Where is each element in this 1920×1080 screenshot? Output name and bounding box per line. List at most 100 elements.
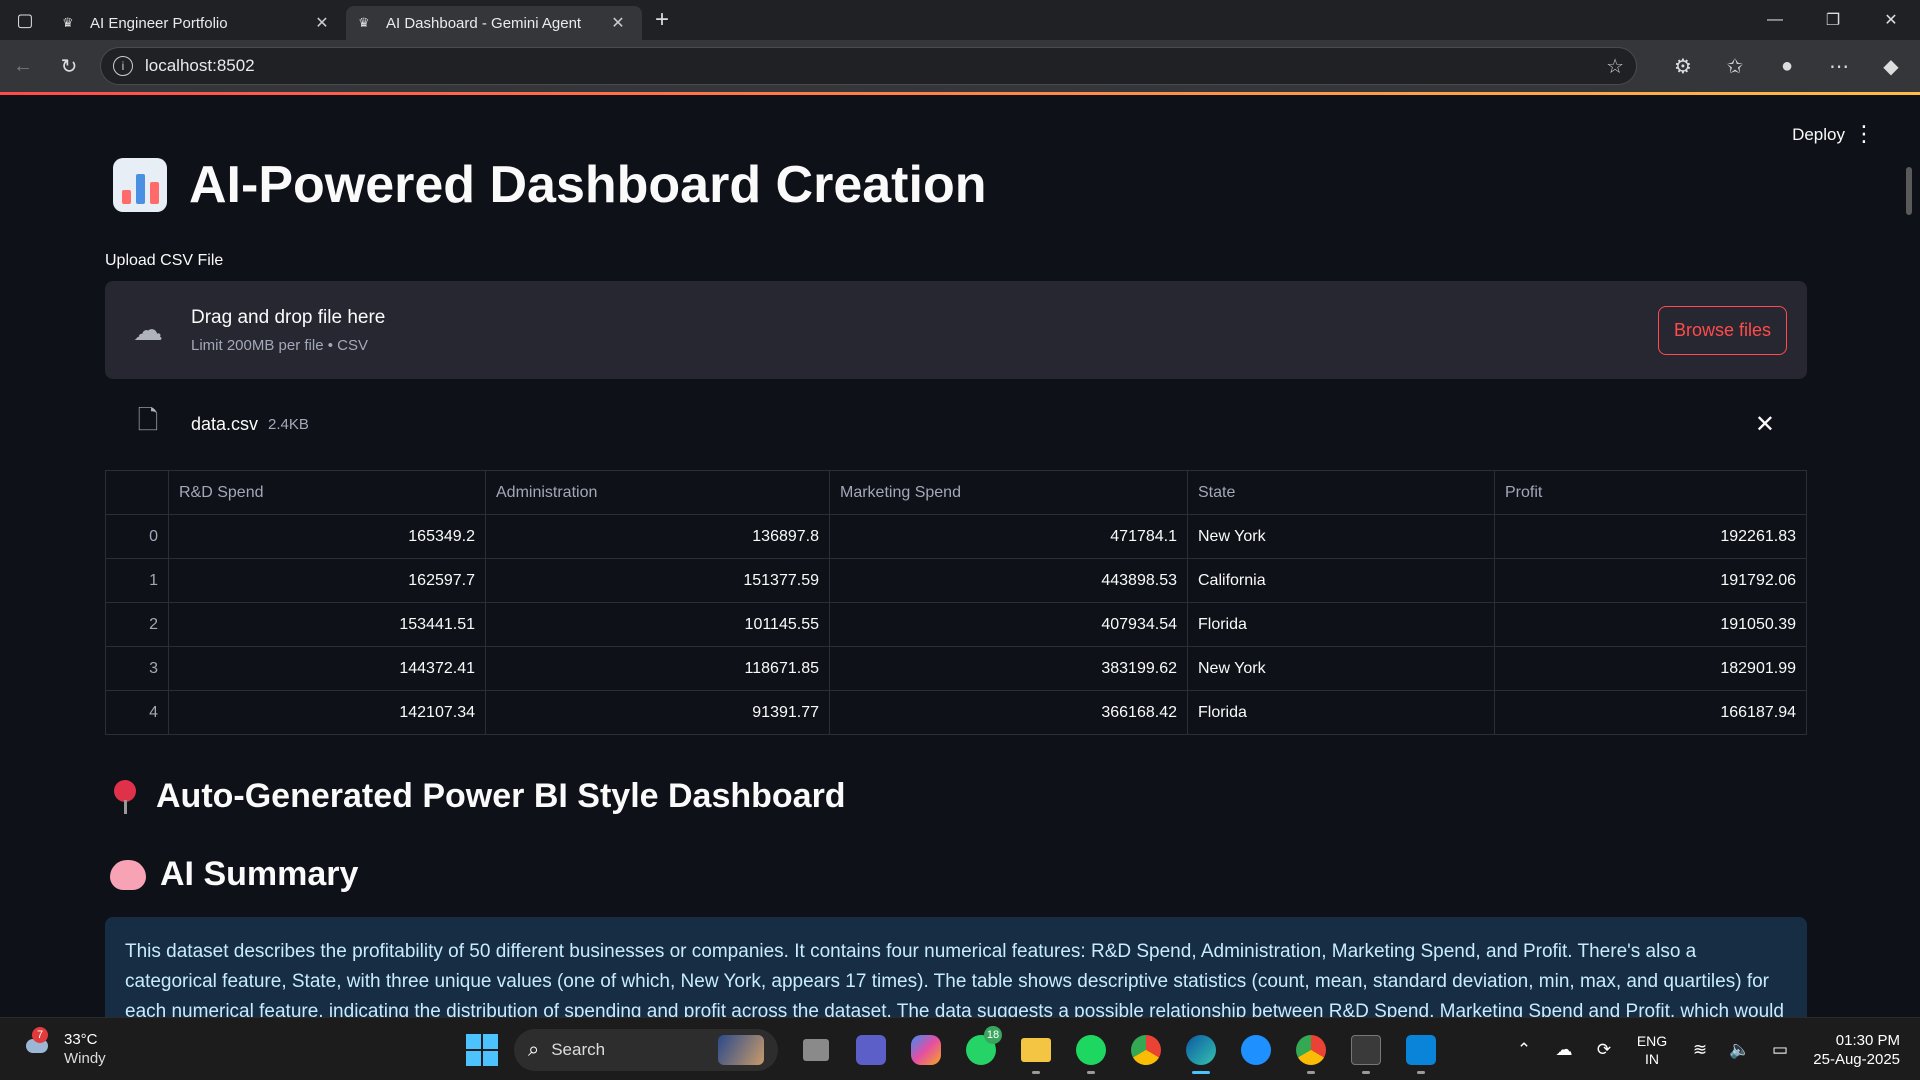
restore-icon[interactable]: ❐ <box>1804 0 1862 40</box>
column-header[interactable] <box>105 470 169 515</box>
close-tab-icon[interactable]: ✕ <box>310 13 334 33</box>
whatsapp-icon[interactable]: 18 <box>953 1026 1008 1072</box>
column-header[interactable]: State <box>1187 470 1495 515</box>
table-cell[interactable]: 191792.06 <box>1494 558 1807 603</box>
close-window-icon[interactable]: ✕ <box>1862 0 1920 40</box>
table-cell[interactable]: 443898.53 <box>829 558 1188 603</box>
wifi-icon[interactable]: ≋ <box>1680 1040 1720 1060</box>
language-region: IN <box>1645 1051 1659 1067</box>
chevron-up-icon[interactable]: ⌃ <box>1504 1040 1544 1060</box>
table-cell[interactable]: 4 <box>105 690 169 735</box>
table-cell[interactable]: New York <box>1187 646 1495 691</box>
table-cell[interactable]: 151377.59 <box>485 558 830 603</box>
dropzone-instructions: Drag and drop file here Limit 200MB per … <box>191 307 1658 354</box>
favorites-icon[interactable]: ✩ <box>1709 54 1761 79</box>
tab-ai-engineer-portfolio[interactable]: ♛ AI Engineer Portfolio ✕ <box>50 6 346 40</box>
table-cell[interactable]: 142107.34 <box>168 690 486 735</box>
scrollbar-thumb[interactable] <box>1906 167 1912 215</box>
table-row: 0 165349.2 136897.8 471784.1 New York 19… <box>105 514 1807 559</box>
system-tray: ⌃ ☁ ⟳ ENG IN ≋ 🔈 ▭ 01:30 PM 25-Aug-2025 <box>1504 1028 1900 1072</box>
table-cell[interactable]: 91391.77 <box>485 690 830 735</box>
table-cell[interactable]: Florida <box>1187 690 1495 735</box>
help-app-icon[interactable] <box>1228 1028 1283 1072</box>
table-cell[interactable]: 144372.41 <box>168 646 486 691</box>
chrome-icon[interactable] <box>1118 1028 1173 1072</box>
sync-icon[interactable]: ⟳ <box>1584 1040 1624 1060</box>
table-cell[interactable]: 383199.62 <box>829 646 1188 691</box>
table-cell[interactable]: 162597.7 <box>168 558 486 603</box>
extensions-icon[interactable]: ⚙ <box>1657 54 1709 79</box>
taskbar-search[interactable]: ⌕ Search <box>514 1029 778 1071</box>
spotify-icon[interactable] <box>1063 1028 1118 1074</box>
onedrive-icon[interactable]: ☁ <box>1544 1040 1584 1060</box>
table-cell[interactable]: Florida <box>1187 602 1495 647</box>
tab-ai-dashboard[interactable]: ♛ AI Dashboard - Gemini Agent ✕ <box>346 6 642 40</box>
file-explorer-icon[interactable] <box>1008 1028 1063 1074</box>
weather-widget[interactable]: 7 33°C Windy <box>22 1027 106 1068</box>
table-header-row: R&D Spend Administration Marketing Spend… <box>105 470 1807 515</box>
copilot-icon[interactable]: ◆ <box>1865 54 1917 79</box>
table-cell[interactable]: California <box>1187 558 1495 603</box>
chrome-profile-icon[interactable] <box>1283 1028 1338 1074</box>
task-view-icon[interactable] <box>788 1028 843 1072</box>
table-cell[interactable]: 1 <box>105 558 169 603</box>
edge-icon[interactable] <box>1173 1028 1228 1074</box>
battery-icon[interactable]: ▭ <box>1760 1040 1800 1060</box>
remove-file-icon[interactable]: ✕ <box>1755 410 1775 439</box>
url-field[interactable]: i localhost:8502 ☆ <box>100 47 1637 85</box>
table-cell[interactable]: 165349.2 <box>168 514 486 559</box>
new-tab-icon[interactable]: + <box>642 0 682 40</box>
main-menu-icon[interactable]: ⋮ <box>1853 121 1875 147</box>
data-preview-table[interactable]: R&D Spend Administration Marketing Spend… <box>105 470 1807 735</box>
minimize-icon[interactable]: — <box>1746 0 1804 40</box>
table-cell[interactable]: 101145.55 <box>485 602 830 647</box>
language-code: ENG <box>1636 1033 1668 1049</box>
table-cell[interactable]: 118671.85 <box>485 646 830 691</box>
table-cell[interactable]: 191050.39 <box>1494 602 1807 647</box>
language-indicator[interactable]: ENG IN <box>1624 1032 1680 1068</box>
favorite-star-icon[interactable]: ☆ <box>1606 54 1624 79</box>
summary-heading-text: AI Summary <box>160 855 359 893</box>
file-dropzone[interactable]: ☁ Drag and drop file here Limit 200MB pe… <box>105 281 1807 379</box>
browse-files-button[interactable]: Browse files <box>1657 305 1787 355</box>
table-cell[interactable]: 166187.94 <box>1494 690 1807 735</box>
column-header[interactable]: Administration <box>485 470 830 515</box>
column-header[interactable]: Marketing Spend <box>829 470 1188 515</box>
search-icon: ⌕ <box>528 1038 540 1061</box>
back-icon[interactable]: ← <box>0 46 46 86</box>
table-cell[interactable]: 471784.1 <box>829 514 1188 559</box>
table-cell[interactable]: 0 <box>105 514 169 559</box>
volume-icon[interactable]: 🔈 <box>1720 1040 1760 1060</box>
file-size: 2.4KB <box>268 415 309 433</box>
vscode-icon[interactable] <box>1393 1028 1448 1074</box>
tab-actions-icon[interactable]: ▢ <box>0 0 50 40</box>
teams-icon[interactable] <box>843 1028 898 1072</box>
table-row: 3 144372.41 118671.85 383199.62 New York… <box>105 646 1807 691</box>
streamlit-favicon-icon: ♛ <box>358 15 370 30</box>
table-cell[interactable]: 366168.42 <box>829 690 1188 735</box>
table-cell[interactable]: 407934.54 <box>829 602 1188 647</box>
profile-avatar-icon[interactable]: ● <box>1761 55 1813 78</box>
copilot-app-icon[interactable] <box>898 1028 953 1072</box>
site-info-icon[interactable]: i <box>113 56 133 76</box>
terminal-icon[interactable] <box>1338 1028 1393 1074</box>
table-cell[interactable]: 136897.8 <box>485 514 830 559</box>
clock[interactable]: 01:30 PM 25-Aug-2025 <box>1800 1031 1900 1069</box>
reload-icon[interactable]: ↻ <box>46 46 92 86</box>
close-tab-icon[interactable]: ✕ <box>606 13 630 33</box>
table-cell[interactable]: 2 <box>105 602 169 647</box>
column-header[interactable]: R&D Spend <box>168 470 486 515</box>
column-header[interactable]: Profit <box>1494 470 1807 515</box>
table-cell[interactable]: 192261.83 <box>1494 514 1807 559</box>
table-cell[interactable]: 3 <box>105 646 169 691</box>
clock-time: 01:30 PM <box>1835 1032 1900 1049</box>
page-title-text: AI-Powered Dashboard Creation <box>189 156 987 214</box>
table-cell[interactable]: 182901.99 <box>1494 646 1807 691</box>
table-cell[interactable]: 153441.51 <box>168 602 486 647</box>
more-options-icon[interactable]: ⋯ <box>1813 54 1865 79</box>
windows-start-icon[interactable] <box>460 1028 504 1072</box>
dashboard-heading-text: Auto-Generated Power BI Style Dashboard <box>156 777 846 815</box>
deploy-button[interactable]: Deploy <box>1792 125 1845 145</box>
weather-condition: Windy <box>64 1050 106 1067</box>
table-cell[interactable]: New York <box>1187 514 1495 559</box>
